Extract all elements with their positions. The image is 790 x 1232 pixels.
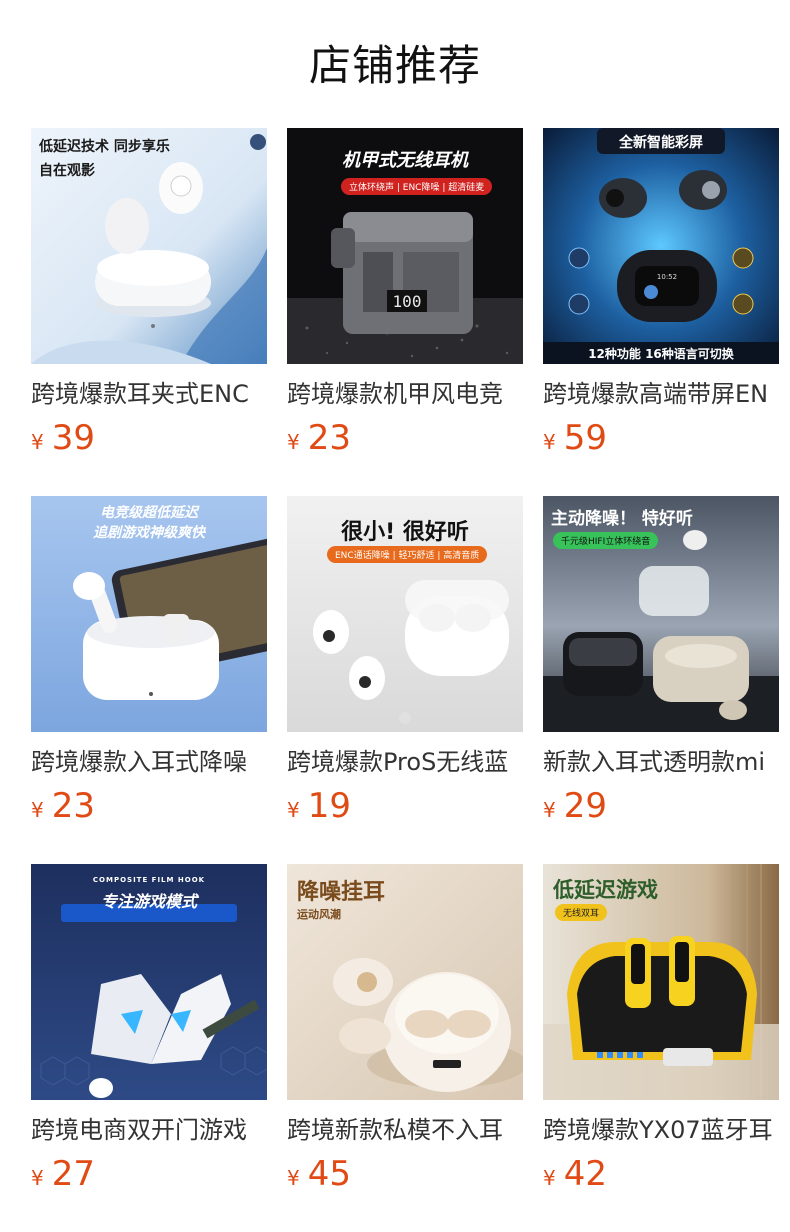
overlay-tag: 千元级HIFI立体环绕音 [553, 532, 659, 549]
overlay-sub: 追剧游戏神级爽快 [93, 525, 205, 541]
product-card[interactable]: 降噪挂耳 运动风潮 跨境新款私模不入耳 ¥45 [287, 864, 523, 1204]
price-value: 59 [563, 418, 607, 458]
product-name[interactable]: 跨境爆款高端带屏EN [543, 374, 779, 414]
overlay-sub: 自在观影 [39, 163, 95, 179]
product-image[interactable]: 电竞级超低延迟 追剧游戏神级爽快 [31, 496, 267, 732]
product-price: ¥29 [543, 784, 607, 828]
currency-symbol: ¥ [287, 798, 300, 822]
product-name[interactable]: 跨境爆款耳夹式ENC [31, 374, 267, 414]
price-value: 27 [51, 1154, 95, 1194]
currency-symbol: ¥ [31, 1166, 44, 1190]
currency-symbol: ¥ [31, 798, 44, 822]
product-card[interactable]: COMPOSITE FILM HOOK 专注游戏模式 跨境电商双开门游戏 ¥27 [31, 864, 267, 1204]
product-price: ¥27 [31, 1152, 95, 1196]
page-title: 店铺推荐 [308, 41, 481, 90]
product-card[interactable]: 电竞级超低延迟 追剧游戏神级爽快 跨境爆款入耳式降噪 ¥23 [31, 496, 267, 836]
product-price: ¥39 [31, 416, 95, 460]
product-price: ¥42 [543, 1152, 607, 1196]
device-display: 100 [393, 292, 422, 311]
product-name[interactable]: 跨境爆款机甲风电竞 [287, 374, 523, 414]
product-image[interactable]: 降噪挂耳 运动风潮 [287, 864, 523, 1100]
product-price: ¥23 [287, 416, 351, 460]
price-value: 45 [307, 1154, 351, 1194]
product-card[interactable]: 很小! 很好听 ENC通话降噪 | 轻巧舒适 | 高清音质 跨境爆款ProS无线… [287, 496, 523, 836]
product-name[interactable]: 跨境爆款ProS无线蓝 [287, 742, 523, 782]
currency-symbol: ¥ [287, 1166, 300, 1190]
product-card[interactable]: 10:52 全新智能彩屏 12种功能 16种语言可切换 跨境爆款高端带屏EN ¥… [543, 128, 779, 468]
overlay-headline: 主动降噪！ 特好听 [551, 509, 693, 529]
overlay-headline: 低延迟技术 同步享乐 [39, 139, 170, 155]
product-name[interactable]: 新款入耳式透明款mi [543, 742, 779, 782]
overlay-headline: 机甲式无线耳机 [342, 150, 468, 171]
overlay-tag: ENC通话降噪 | 轻巧舒适 | 高清音质 [327, 546, 488, 563]
overlay-headline: 很小! 很好听 [341, 520, 469, 545]
product-card[interactable]: 低延迟游戏 无线双耳 跨境爆款YX07蓝牙耳 ¥42 [543, 864, 779, 1204]
overlay-headline: 全新智能彩屏 [619, 135, 703, 151]
overlay-sub: 运动风潮 [297, 908, 341, 921]
overlay-footer: 12种功能 16种语言可切换 [588, 347, 734, 361]
currency-symbol: ¥ [287, 430, 300, 454]
currency-symbol: ¥ [543, 1166, 556, 1190]
overlay-headline: 降噪挂耳 [297, 880, 386, 905]
product-image[interactable]: 10:52 全新智能彩屏 12种功能 16种语言可切换 [543, 128, 779, 364]
product-image[interactable]: 100 机甲式无线耳机 立体环绕声 | ENC降噪 | 超清硅麦 [287, 128, 523, 364]
product-image[interactable]: 主动降噪！ 特好听 千元级HIFI立体环绕音 [543, 496, 779, 732]
product-card[interactable]: 100 机甲式无线耳机 立体环绕声 | ENC降噪 | 超清硅麦 跨境爆款机甲风… [287, 128, 523, 468]
currency-symbol: ¥ [543, 430, 556, 454]
product-price: ¥19 [287, 784, 351, 828]
product-image[interactable]: 低延迟技术 同步享乐 自在观影 [31, 128, 267, 364]
product-image[interactable]: 低延迟游戏 无线双耳 [543, 864, 779, 1100]
product-price: ¥45 [287, 1152, 351, 1196]
product-name[interactable]: 跨境电商双开门游戏 [31, 1110, 267, 1150]
product-name[interactable]: 跨境爆款入耳式降噪 [31, 742, 267, 782]
product-card[interactable]: 主动降噪！ 特好听 千元级HIFI立体环绕音 新款入耳式透明款mi ¥29 [543, 496, 779, 836]
product-name[interactable]: 跨境新款私模不入耳 [287, 1110, 523, 1150]
product-image[interactable]: 很小! 很好听 ENC通话降噪 | 轻巧舒适 | 高清音质 [287, 496, 523, 732]
overlay-small: COMPOSITE FILM HOOK [92, 876, 206, 884]
product-image[interactable]: COMPOSITE FILM HOOK 专注游戏模式 [31, 864, 267, 1100]
overlay-headline: 低延迟游戏 [553, 878, 658, 902]
product-name[interactable]: 跨境爆款YX07蓝牙耳 [543, 1110, 779, 1150]
price-value: 42 [563, 1154, 607, 1194]
price-value: 29 [563, 786, 607, 826]
overlay-headline: 电竞级超低延迟 [100, 505, 198, 521]
overlay-tag: 立体环绕声 | ENC降噪 | 超清硅麦 [341, 178, 493, 195]
price-value: 19 [307, 786, 351, 826]
product-card[interactable]: 低延迟技术 同步享乐 自在观影 跨境爆款耳夹式ENC ¥39 [31, 128, 267, 468]
overlay-headline: 专注游戏模式 [100, 892, 197, 911]
device-screen-time: 10:52 [657, 273, 677, 281]
product-price: ¥59 [543, 416, 607, 460]
currency-symbol: ¥ [543, 798, 556, 822]
product-price: ¥23 [31, 784, 95, 828]
price-value: 39 [51, 418, 95, 458]
price-value: 23 [51, 786, 95, 826]
currency-symbol: ¥ [31, 430, 44, 454]
overlay-tag: 无线双耳 [555, 904, 608, 921]
price-value: 23 [307, 418, 351, 458]
